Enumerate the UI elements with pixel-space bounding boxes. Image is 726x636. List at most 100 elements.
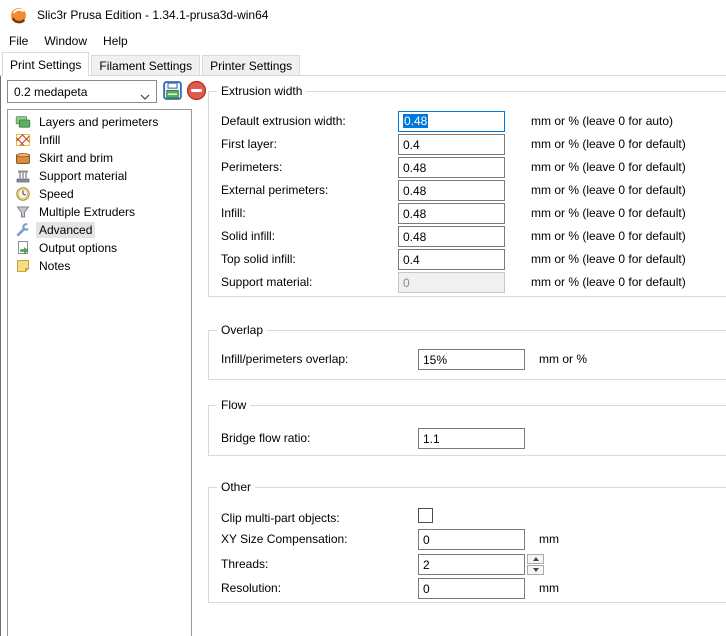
preset-selected-value: 0.2 medapeta bbox=[14, 85, 87, 99]
units-label: mm or % (leave 0 for default) bbox=[531, 137, 686, 151]
field-label: External perimeters: bbox=[221, 183, 328, 197]
tree-item-notes[interactable]: Notes bbox=[8, 257, 191, 275]
group-title: Flow bbox=[217, 398, 250, 412]
tab-printer-settings[interactable]: Printer Settings bbox=[202, 55, 300, 76]
tree-item-label: Layers and perimeters bbox=[36, 114, 161, 130]
field-row-default-extrusion-width: Default extrusion width: 0.48 mm or % (l… bbox=[209, 111, 726, 132]
units-label: mm or % (leave 0 for default) bbox=[531, 252, 686, 266]
field-row-infill: Infill: mm or % (leave 0 for default) bbox=[209, 203, 726, 224]
group-flow: Flow Bridge flow ratio: bbox=[208, 405, 726, 456]
support-material-input bbox=[398, 272, 505, 293]
units-label: mm or % (leave 0 for default) bbox=[531, 183, 686, 197]
group-title: Overlap bbox=[217, 323, 267, 337]
menu-window[interactable]: Window bbox=[36, 31, 95, 51]
spin-down-button[interactable] bbox=[527, 565, 544, 575]
field-row-external-perimeters: External perimeters: mm or % (leave 0 fo… bbox=[209, 180, 726, 201]
save-preset-button[interactable] bbox=[161, 80, 184, 103]
clip-multi-part-objects-checkbox[interactable] bbox=[418, 508, 433, 523]
field-label: Solid infill: bbox=[221, 229, 275, 243]
save-icon bbox=[162, 89, 183, 104]
field-row-support-material: Support material: mm or % (leave 0 for d… bbox=[209, 272, 726, 293]
field-row-solid-infill: Solid infill: mm or % (leave 0 for defau… bbox=[209, 226, 726, 247]
tree-item-skirt-and-brim[interactable]: Skirt and brim bbox=[8, 149, 191, 167]
field-label: Support material: bbox=[221, 275, 312, 289]
window-title: Slic3r Prusa Edition - 1.34.1-prusa3d-wi… bbox=[37, 8, 268, 22]
field-label: Default extrusion width: bbox=[221, 114, 346, 128]
units-label: mm or % (leave 0 for default) bbox=[531, 229, 686, 243]
field-label: XY Size Compensation: bbox=[221, 532, 348, 546]
tree-item-multiple-extruders[interactable]: Multiple Extruders bbox=[8, 203, 191, 221]
delete-preset-button[interactable] bbox=[185, 80, 208, 103]
default-extrusion-width-input[interactable]: 0.48 bbox=[398, 111, 505, 132]
tree-item-speed[interactable]: Speed bbox=[8, 185, 191, 203]
tree-item-label: Output options bbox=[36, 240, 120, 256]
support-icon bbox=[15, 168, 31, 184]
output-icon bbox=[15, 240, 31, 256]
field-row-perimeters: Perimeters: mm or % (leave 0 for default… bbox=[209, 157, 726, 178]
resolution-input[interactable] bbox=[418, 578, 525, 599]
field-row-resolution: Resolution: mm bbox=[209, 578, 726, 599]
units-label: mm bbox=[539, 581, 559, 595]
units-label: mm or % (leave 0 for default) bbox=[531, 275, 686, 289]
settings-tree: Layers and perimeters Infill Skirt and b… bbox=[7, 109, 192, 636]
threads-spinner bbox=[527, 554, 544, 575]
tree-item-support-material[interactable]: Support material bbox=[8, 167, 191, 185]
speed-icon bbox=[15, 186, 31, 202]
group-extrusion-width: Extrusion width Default extrusion width:… bbox=[208, 91, 726, 297]
infill-perimeters-overlap-input[interactable] bbox=[418, 349, 525, 370]
top-solid-infill-input[interactable] bbox=[398, 249, 505, 270]
units-label: mm or % bbox=[539, 352, 587, 366]
spin-up-button[interactable] bbox=[527, 554, 544, 564]
infill-input[interactable] bbox=[398, 203, 505, 224]
tab-print-settings[interactable]: Print Settings bbox=[2, 52, 89, 76]
preset-combobox[interactable]: 0.2 medapeta bbox=[7, 80, 157, 103]
solid-infill-input[interactable] bbox=[398, 226, 505, 247]
first-layer-input[interactable] bbox=[398, 134, 505, 155]
triangle-up-icon bbox=[533, 557, 539, 561]
skirt-icon bbox=[15, 150, 31, 166]
group-other: Other Clip multi-part objects: XY Size C… bbox=[208, 487, 726, 603]
perimeters-input[interactable] bbox=[398, 157, 505, 178]
tab-bar: Print Settings Filament Settings Printer… bbox=[0, 51, 726, 76]
tab-filament-settings[interactable]: Filament Settings bbox=[91, 55, 200, 76]
tree-item-label: Speed bbox=[36, 186, 77, 202]
triangle-down-icon bbox=[533, 568, 539, 572]
field-label: First layer: bbox=[221, 137, 277, 151]
menu-help[interactable]: Help bbox=[95, 31, 136, 51]
wrench-icon bbox=[15, 222, 31, 238]
field-row-bridge-flow-ratio: Bridge flow ratio: bbox=[209, 428, 726, 449]
threads-input[interactable] bbox=[418, 554, 525, 575]
tree-item-advanced[interactable]: Advanced bbox=[8, 221, 191, 239]
tree-item-output-options[interactable]: Output options bbox=[8, 239, 191, 257]
tree-item-label: Skirt and brim bbox=[36, 150, 116, 166]
field-label: Top solid infill: bbox=[221, 252, 296, 266]
delete-icon bbox=[186, 89, 207, 104]
app-window: Slic3r Prusa Edition - 1.34.1-prusa3d-wi… bbox=[0, 0, 726, 636]
tree-item-infill[interactable]: Infill bbox=[8, 131, 191, 149]
units-label: mm bbox=[539, 532, 559, 546]
field-label: Perimeters: bbox=[221, 160, 282, 174]
bridge-flow-ratio-input[interactable] bbox=[418, 428, 525, 449]
group-overlap: Overlap Infill/perimeters overlap: mm or… bbox=[208, 330, 726, 380]
units-label: mm or % (leave 0 for default) bbox=[531, 206, 686, 220]
field-label: Resolution: bbox=[221, 581, 281, 595]
field-label: Bridge flow ratio: bbox=[221, 431, 310, 445]
tree-item-label: Infill bbox=[36, 132, 63, 148]
group-title: Other bbox=[217, 480, 255, 494]
external-perimeters-input[interactable] bbox=[398, 180, 505, 201]
field-label: Threads: bbox=[221, 557, 268, 571]
tree-item-label: Support material bbox=[36, 168, 130, 184]
tree-item-layers-and-perimeters[interactable]: Layers and perimeters bbox=[8, 113, 191, 131]
field-label: Infill/perimeters overlap: bbox=[221, 352, 348, 366]
window-left-border bbox=[0, 0, 1, 636]
units-label: mm or % (leave 0 for default) bbox=[531, 160, 686, 174]
field-label: Infill: bbox=[221, 206, 246, 220]
field-row-xy-size-compensation: XY Size Compensation: mm bbox=[209, 529, 726, 550]
field-row-top-solid-infill: Top solid infill: mm or % (leave 0 for d… bbox=[209, 249, 726, 270]
slic3r-logo-icon bbox=[10, 7, 27, 24]
units-label: mm or % (leave 0 for auto) bbox=[531, 114, 673, 128]
xy-size-compensation-input[interactable] bbox=[418, 529, 525, 550]
menu-file[interactable]: File bbox=[1, 31, 36, 51]
title-bar: Slic3r Prusa Edition - 1.34.1-prusa3d-wi… bbox=[0, 0, 726, 30]
field-row-threads: Threads: bbox=[209, 554, 726, 575]
